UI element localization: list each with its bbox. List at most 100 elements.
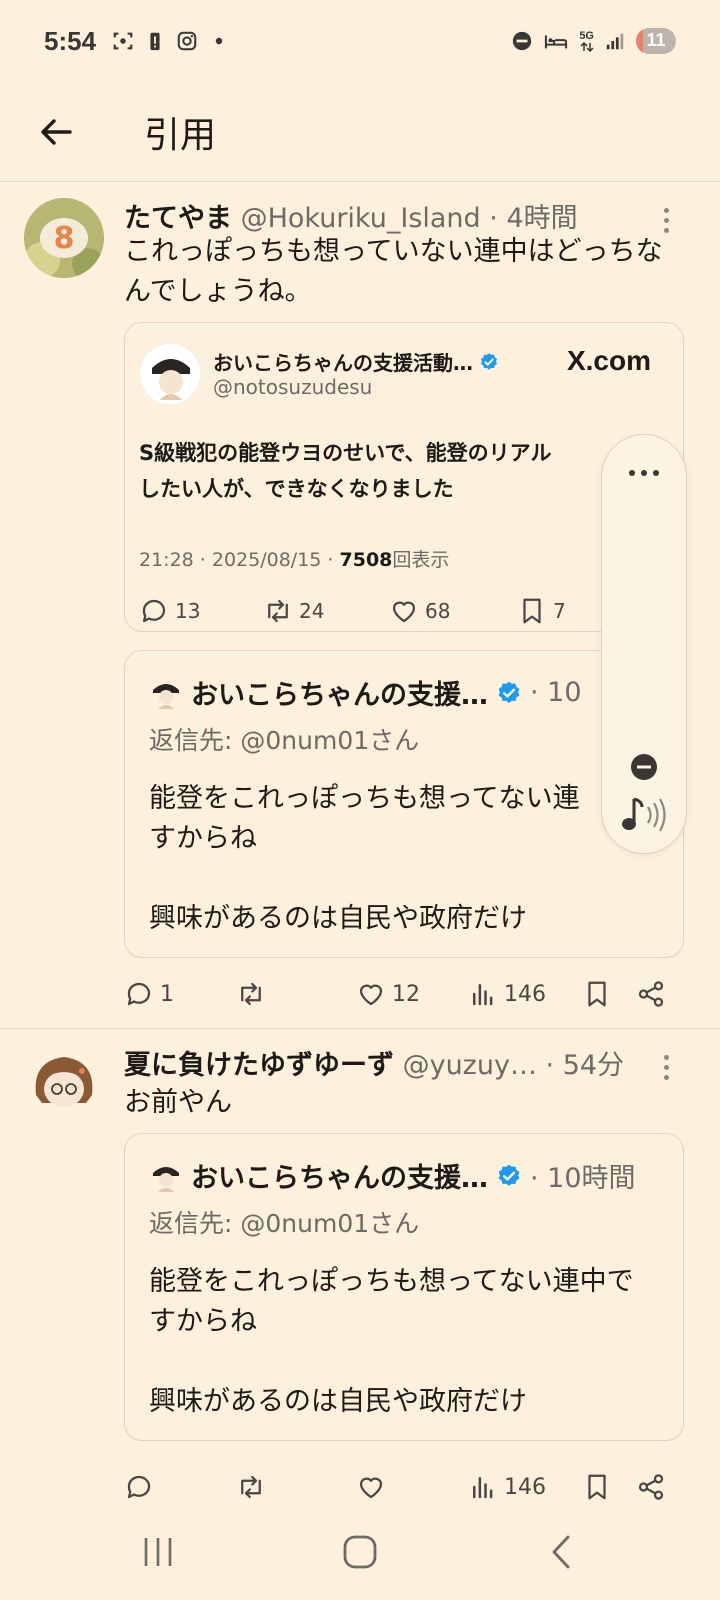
quoted-author-name: おいこらちゃんの支援…: [191, 1163, 488, 1194]
system-icons: 5G 11: [511, 28, 676, 54]
post-text: これっぽっちも想っていない連中はどっちなんでしょうね。: [124, 236, 663, 307]
embed-view-count: 7508: [339, 549, 393, 571]
battery-percent: 11: [646, 30, 666, 50]
verified-badge-icon: [498, 681, 520, 703]
status-time: 5:54: [44, 26, 97, 56]
recent-apps-icon: [144, 1538, 172, 1566]
verified-badge-icon: [481, 352, 497, 370]
floating-media-panel[interactable]: [601, 434, 687, 854]
embed-like-count: 68: [425, 599, 451, 623]
views-button[interactable]: 146: [468, 974, 546, 1014]
bookmark-icon: [588, 1474, 606, 1500]
display-name[interactable]: 夏に負けたゆずゆーず: [124, 1050, 394, 1081]
like-icon: [359, 984, 383, 1006]
repost-button[interactable]: [236, 974, 272, 1014]
screenshot-icon: [113, 32, 133, 50]
quoted-post-text: 能登をこれっぽっちも想ってない連 すからね 興味があるのは自民や政府だけ: [149, 783, 580, 934]
post-more-button[interactable]: [654, 1047, 678, 1087]
bookmark-button[interactable]: [582, 974, 612, 1014]
signal-strength-icon: [606, 33, 624, 50]
quoted-post-card[interactable]: おいこらちゃんの支援… · 10 返信先: @0num01さん 能登をこれっぽっ…: [124, 650, 684, 958]
quoted-author-name: おいこらちゃんの支援…: [191, 680, 488, 711]
post-header: たてやま @Hokuriku_Island · 4時間: [124, 196, 650, 235]
embed-repost-count: 24: [299, 599, 325, 623]
avatar[interactable]: 8: [24, 198, 104, 278]
network-type-label: 5G: [579, 29, 594, 42]
verified-badge-icon: [498, 1164, 520, 1186]
x-logo-label: X.com: [566, 345, 651, 376]
audio-playback-icon[interactable]: [618, 793, 670, 837]
back-nav-button[interactable]: [532, 1530, 592, 1574]
embed-avatar-image: [140, 344, 200, 404]
reply-icon: [127, 1475, 151, 1499]
embed-avatar: [139, 343, 201, 405]
reply-button[interactable]: 1: [124, 974, 174, 1014]
repost-icon: [241, 982, 261, 1006]
reply-icon: [142, 599, 166, 623]
post-time: · 4時間: [489, 203, 578, 234]
like-icon: [359, 1477, 383, 1499]
like-button[interactable]: [356, 1467, 386, 1500]
view-count: 146: [504, 1474, 546, 1500]
sleep-mode-icon: [545, 35, 568, 49]
bookmark-icon: [523, 598, 541, 624]
reply-button[interactable]: [124, 1467, 154, 1500]
repost-icon: [241, 1475, 261, 1499]
post-text: お前やん: [124, 1087, 232, 1118]
app-header: 引用: [0, 84, 720, 182]
embed-like-stat: 68: [389, 591, 450, 631]
status-bar: 5:54 5G 11: [0, 0, 720, 84]
reply-count: 1: [160, 981, 174, 1007]
instagram-icon: [177, 31, 197, 51]
more-dot-icon: [663, 207, 669, 213]
like-icon: [392, 601, 416, 623]
recent-apps-button[interactable]: [128, 1530, 188, 1574]
avatar-image: [24, 1043, 104, 1123]
share-button[interactable]: [636, 1467, 666, 1500]
embed-author-name: おいこらちゃんの支援活動…: [213, 351, 473, 375]
embed-bookmark-count: 7: [553, 599, 566, 623]
back-button[interactable]: [28, 104, 84, 160]
notification-icons: [112, 30, 230, 52]
embed-author: おいこらちゃんの支援活動…: [213, 347, 499, 376]
embed-reply-count: 13: [175, 599, 201, 623]
more-dot-icon: [641, 470, 647, 476]
battery-indicator: 11: [636, 28, 676, 54]
svg-text:8: 8: [54, 221, 75, 256]
more-dot-icon: [629, 470, 635, 476]
display-name[interactable]: たてやま: [124, 203, 232, 234]
more-notifications-dot-icon: [215, 37, 223, 45]
share-button[interactable]: [636, 974, 666, 1014]
quoted-post-time: · 10時間: [530, 1163, 636, 1194]
view-count: 146: [504, 981, 546, 1007]
quoted-reply-to: 返信先: @0num01さん: [149, 1209, 420, 1238]
do-not-disturb-icon: [513, 31, 532, 51]
quoted-avatar: [153, 683, 179, 709]
repost-icon: [268, 599, 288, 623]
quote-post[interactable]: 夏に負けたゆずゆーず @yuzuy… · 54分 お前やん おいこらちゃんの支援…: [0, 1029, 720, 1500]
back-arrow-icon: [41, 119, 72, 145]
user-handle[interactable]: @yuzuy…: [403, 1050, 537, 1081]
reply-icon: [127, 982, 151, 1006]
avatar[interactable]: [24, 1043, 104, 1123]
embedded-tweet-card[interactable]: おいこらちゃんの支援活動… @notosuzudesu X.com S級戦犯の能…: [124, 322, 684, 632]
embed-date: 21:28 · 2025/08/15 ·: [139, 549, 340, 571]
home-button[interactable]: [330, 1530, 390, 1574]
network-type-indicator: 5G: [579, 29, 594, 52]
embed-meta: 21:28 · 2025/08/15 · 7508回表示: [139, 545, 449, 572]
quoted-post-header: おいこらちゃんの支援… · 10時間: [149, 1156, 663, 1195]
panel-more-button[interactable]: [602, 463, 686, 483]
minimize-icon[interactable]: [630, 753, 658, 781]
repost-button[interactable]: [236, 1467, 266, 1500]
more-dot-icon: [663, 1054, 669, 1060]
post-time: · 54分: [545, 1050, 625, 1081]
quoted-post-text: 能登をこれっぽっちも想ってない連中で すからね 興味があるのは自民や政府だけ: [149, 1266, 634, 1417]
user-handle[interactable]: @Hokuriku_Island: [241, 203, 481, 234]
bookmark-button[interactable]: [582, 1467, 612, 1500]
post-actions: 146: [124, 1461, 684, 1500]
views-button[interactable]: 146: [468, 1467, 546, 1500]
system-navigation-bar: [0, 1500, 720, 1600]
like-button[interactable]: 12: [356, 974, 420, 1014]
quoted-post-card[interactable]: おいこらちゃんの支援… · 10時間 返信先: @0num01さん 能登をこれっ…: [124, 1133, 684, 1441]
data-arrows-icon: [580, 41, 594, 52]
